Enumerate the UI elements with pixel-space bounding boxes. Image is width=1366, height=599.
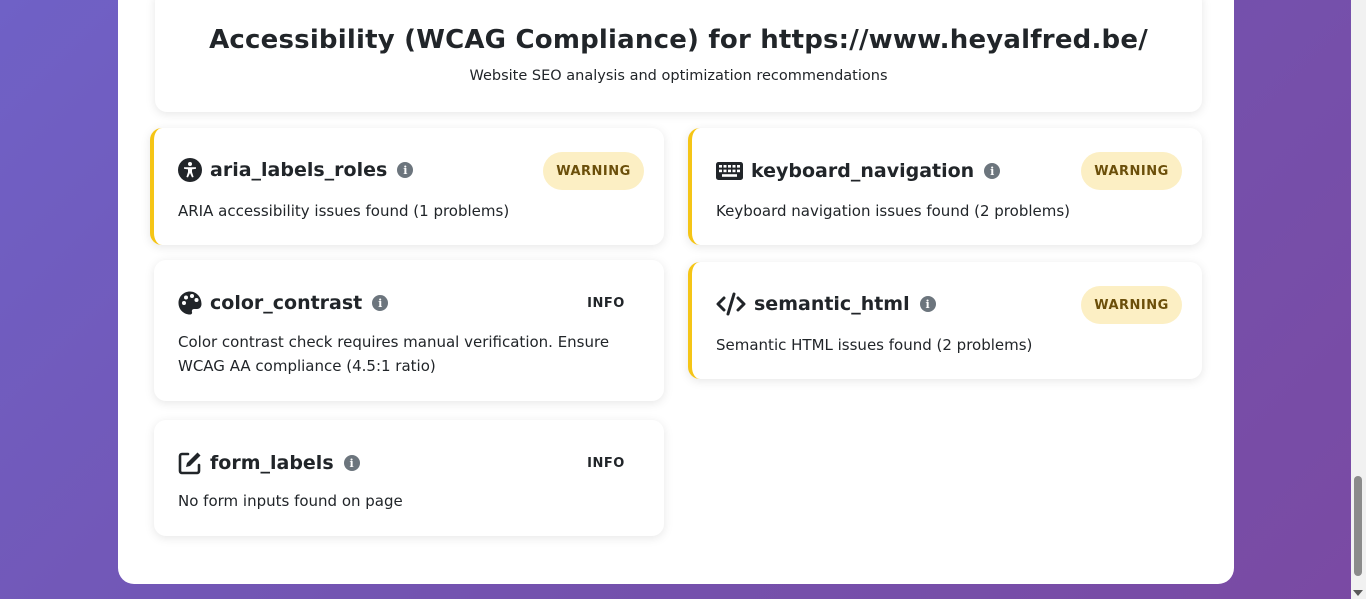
info-icon[interactable]: i <box>397 162 414 178</box>
card-title: color_contrast <box>210 292 363 314</box>
universal-access-icon <box>178 158 202 182</box>
card-title: semantic_html <box>754 293 910 315</box>
card-title: keyboard_navigation <box>751 160 975 182</box>
keyboard-icon <box>716 159 743 183</box>
status-badge: INFO <box>587 455 625 471</box>
card-title: form_labels <box>210 452 334 474</box>
card-description: ARIA accessibility issues found (1 probl… <box>178 202 510 220</box>
card-header: color_contrast i <box>178 291 389 315</box>
check-card-color-contrast: color_contrast i INFO Color contrast che… <box>154 260 664 401</box>
card-description: Keyboard navigation issues found (2 prob… <box>716 202 1071 220</box>
status-badge: INFO <box>587 295 625 311</box>
status-badge: WARNING <box>1081 286 1182 324</box>
card-header: form_labels i <box>178 451 360 475</box>
palette-icon <box>178 291 202 315</box>
page-title: Accessibility (WCAG Compliance) for http… <box>209 25 1148 55</box>
card-description: No form inputs found on page <box>178 492 403 510</box>
info-icon[interactable]: i <box>343 455 360 471</box>
info-icon[interactable]: i <box>919 296 936 312</box>
edit-icon <box>178 451 202 475</box>
card-header: semantic_html i <box>716 292 936 316</box>
check-card-semantic-html: semantic_html i WARNING Semantic HTML is… <box>688 262 1202 379</box>
check-card-form-labels: form_labels i INFO No form inputs found … <box>154 420 664 536</box>
report-header: Accessibility (WCAG Compliance) for http… <box>155 0 1202 112</box>
card-header: aria_labels_roles i <box>178 158 414 182</box>
page-scrollbar[interactable] <box>1351 0 1366 599</box>
card-description: Color contrast check requires manual ver… <box>178 333 610 375</box>
info-icon[interactable]: i <box>984 163 1001 179</box>
status-badge: WARNING <box>1081 152 1182 190</box>
check-card-keyboard-navigation: keyboard_navigation i WARNING Keyboard n… <box>688 128 1202 245</box>
code-icon <box>716 292 746 316</box>
card-header: keyboard_navigation i <box>716 159 1001 183</box>
page-subtitle: Website SEO analysis and optimization re… <box>469 68 888 84</box>
info-icon[interactable]: i <box>372 295 389 311</box>
scrollbar-thumb[interactable] <box>1354 476 1362 576</box>
status-badge: WARNING <box>543 152 644 190</box>
check-card-aria-labels-roles: aria_labels_roles i WARNING ARIA accessi… <box>150 128 664 245</box>
scroll-down-arrow-icon[interactable] <box>1353 590 1363 596</box>
card-description: Semantic HTML issues found (2 problems) <box>716 336 1033 354</box>
card-title: aria_labels_roles <box>210 159 388 181</box>
